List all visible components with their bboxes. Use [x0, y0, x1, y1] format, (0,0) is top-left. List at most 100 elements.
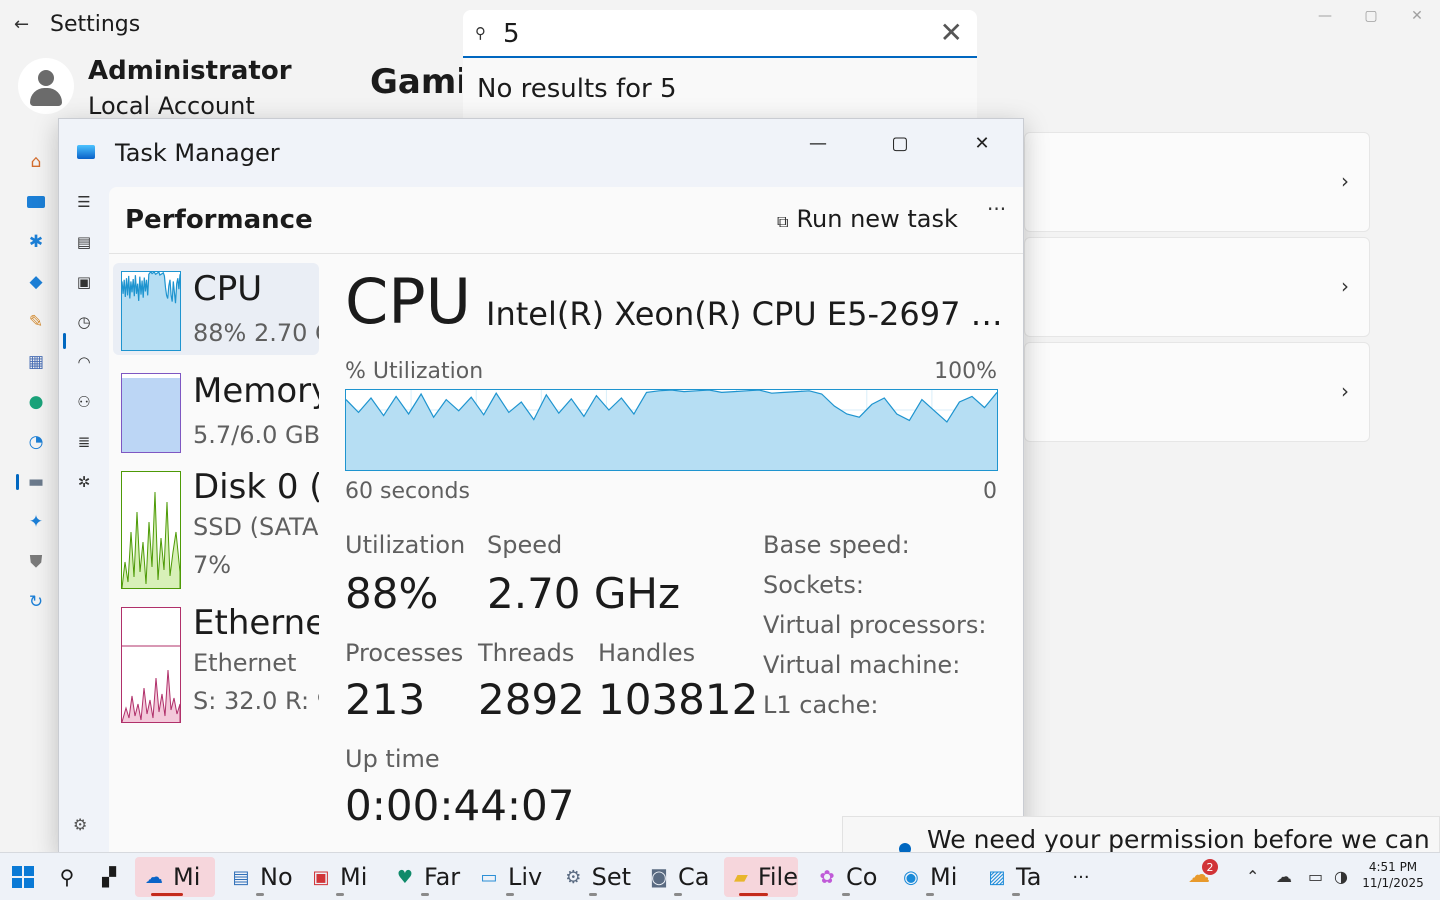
- device-detail: 7%: [193, 551, 232, 579]
- avatar[interactable]: [18, 58, 74, 114]
- back-arrow-icon[interactable]: ←: [14, 14, 29, 35]
- gaming-controller-icon[interactable]: ▬: [22, 468, 50, 496]
- maximize-icon[interactable]: ▢: [1348, 0, 1394, 32]
- taskbar-app-live[interactable]: ▭ Liv: [470, 857, 550, 897]
- details-list-icon[interactable]: ≣: [73, 431, 95, 453]
- taskbar-app-news[interactable]: ▣ Mi: [302, 857, 378, 897]
- cloud-icon: ☁: [145, 866, 163, 888]
- disk-thumbnail-svg: [121, 491, 181, 589]
- bluetooth-icon[interactable]: ✱: [22, 228, 50, 256]
- ethernet-activity-line: [121, 669, 181, 723]
- disk-thumbnail-graph: [121, 471, 181, 589]
- divider: [109, 253, 1023, 254]
- maximize-icon[interactable]: ▢: [859, 125, 941, 161]
- no-results-text: No results for 5: [477, 74, 677, 104]
- device-name: Memory: [193, 371, 319, 411]
- memory-fill: [122, 377, 180, 452]
- graph-time-span: 60 seconds: [345, 479, 470, 504]
- taskbar-app-file-explorer[interactable]: ▰ File: [724, 857, 798, 897]
- personalization-brush-icon[interactable]: ✎: [22, 308, 50, 336]
- taskbar-app-edge[interactable]: ◉ Mi: [892, 857, 968, 897]
- chevron-right-icon: ›: [1341, 379, 1349, 403]
- taskbar-app-copilot[interactable]: ✿ Co: [808, 857, 884, 897]
- notification-toast[interactable]: We need your permission before we can: [842, 816, 1440, 856]
- accessibility-icon[interactable]: ✦: [22, 508, 50, 536]
- gaming-option-card[interactable]: ›: [1024, 132, 1370, 232]
- taskbar-app-task-manager[interactable]: ▨ Ta: [978, 857, 1054, 897]
- taskbar-overflow-button[interactable]: ···: [1062, 857, 1096, 897]
- accounts-icon[interactable]: ●: [22, 388, 50, 416]
- home-icon[interactable]: ⌂: [22, 148, 50, 176]
- settings-search-box[interactable]: ⚲ 5 ✕: [463, 10, 977, 58]
- wifi-icon[interactable]: ◆: [22, 268, 50, 296]
- onedrive-tray-icon[interactable]: ☁: [1276, 867, 1292, 886]
- gaming-option-card[interactable]: ›: [1024, 342, 1370, 442]
- minimize-icon[interactable]: —: [777, 125, 859, 161]
- close-icon[interactable]: ✕: [941, 125, 1023, 161]
- hamburger-menu-icon[interactable]: ☰: [73, 191, 95, 213]
- windows-logo-pane: [12, 878, 22, 888]
- apps-icon[interactable]: ▦: [22, 348, 50, 376]
- utilization-axis-label: % Utilization: [345, 359, 484, 384]
- windows-update-icon[interactable]: ↻: [22, 588, 50, 616]
- minimize-icon[interactable]: —: [1302, 0, 1348, 32]
- gaming-option-card[interactable]: ›: [1024, 237, 1370, 337]
- windows-logo-pane: [24, 878, 34, 888]
- threads-label: Threads: [478, 639, 575, 667]
- run-new-task-button[interactable]: ⧉ Run new task: [777, 205, 958, 233]
- camera-icon: ◙: [650, 866, 668, 888]
- task-view-button[interactable]: ▞: [90, 857, 128, 897]
- page-title: Gaming: [370, 62, 462, 102]
- chevron-up-icon[interactable]: ⌃: [1246, 867, 1259, 886]
- taskbar-app-label: Set: [591, 863, 631, 891]
- settings-window-controls: — ▢ ✕: [1302, 0, 1440, 32]
- base-speed-label: Base speed:: [763, 531, 910, 559]
- taskbar-search-button[interactable]: ⚲: [48, 857, 86, 897]
- task-view-icon: ▞: [102, 866, 116, 888]
- device-item-ethernet[interactable]: Ethernet Ethernet S: 32.0 R: 9: [113, 603, 319, 727]
- taskbar-app-label: Mi: [340, 863, 368, 891]
- uptime-label: Up time: [345, 745, 440, 773]
- taskbar-app-family[interactable]: ♥ Far: [386, 857, 464, 897]
- run-task-icon: ⧉: [777, 212, 789, 231]
- taskbar-app-settings[interactable]: ⚙ Set: [555, 857, 631, 897]
- cpu-thumbnail-graph: [121, 271, 181, 351]
- search-icon: ⚲: [59, 865, 75, 889]
- system-clock[interactable]: 4:51 PM 11/1/2025: [1360, 859, 1426, 891]
- device-item-memory[interactable]: Memory 5.7/6.0 GB (95%): [113, 365, 319, 457]
- taskbar-app-notepad[interactable]: ▤ No: [222, 857, 298, 897]
- search-input[interactable]: 5: [503, 19, 520, 49]
- services-icon[interactable]: ✲: [73, 471, 95, 493]
- volume-icon[interactable]: ◑: [1334, 867, 1348, 886]
- device-detail: 5.7/6.0 GB (95%): [193, 421, 319, 449]
- ethernet-thumbnail-graph: [121, 607, 181, 723]
- task-manager-app-icon: [77, 145, 95, 159]
- users-icon[interactable]: ⚇: [73, 391, 95, 413]
- cpu-utilization-area: [346, 390, 997, 470]
- privacy-shield-icon[interactable]: ⛊: [22, 548, 50, 576]
- processes-icon[interactable]: ▤: [73, 231, 95, 253]
- device-item-disk[interactable]: Disk 0 (C:) SSD (SATA) 7%: [113, 467, 319, 593]
- taskbar-app-label: Co: [846, 863, 878, 891]
- taskbar-app-camera[interactable]: ◙ Ca: [640, 857, 716, 897]
- copilot-icon: ✿: [819, 866, 835, 888]
- windows-logo-pane: [12, 866, 22, 876]
- device-item-cpu[interactable]: CPU 88% 2.70 GHz: [113, 263, 319, 355]
- device-detail: 88% 2.70 GHz: [193, 319, 319, 347]
- uptime-value: 0:00:44:07: [345, 781, 575, 830]
- time-language-icon[interactable]: ◔: [22, 428, 50, 456]
- clear-search-icon[interactable]: ✕: [940, 16, 963, 49]
- utilization-value: 88%: [345, 569, 439, 618]
- gear-icon[interactable]: ⚙: [73, 815, 87, 834]
- heart-icon: ♥: [396, 866, 414, 888]
- avatar-head-icon: [38, 70, 54, 86]
- more-options-icon[interactable]: ···: [987, 197, 1006, 221]
- taskbar-app-onedrive[interactable]: ☁ Mi: [135, 857, 215, 897]
- system-icon[interactable]: [22, 188, 50, 216]
- app-history-icon[interactable]: ◷: [73, 311, 95, 333]
- start-button[interactable]: [4, 857, 42, 897]
- performance-icon[interactable]: ▣: [73, 271, 95, 293]
- startup-apps-icon[interactable]: ◠: [73, 351, 95, 373]
- close-icon[interactable]: ✕: [1394, 0, 1440, 32]
- network-icon[interactable]: ▭: [1308, 867, 1323, 886]
